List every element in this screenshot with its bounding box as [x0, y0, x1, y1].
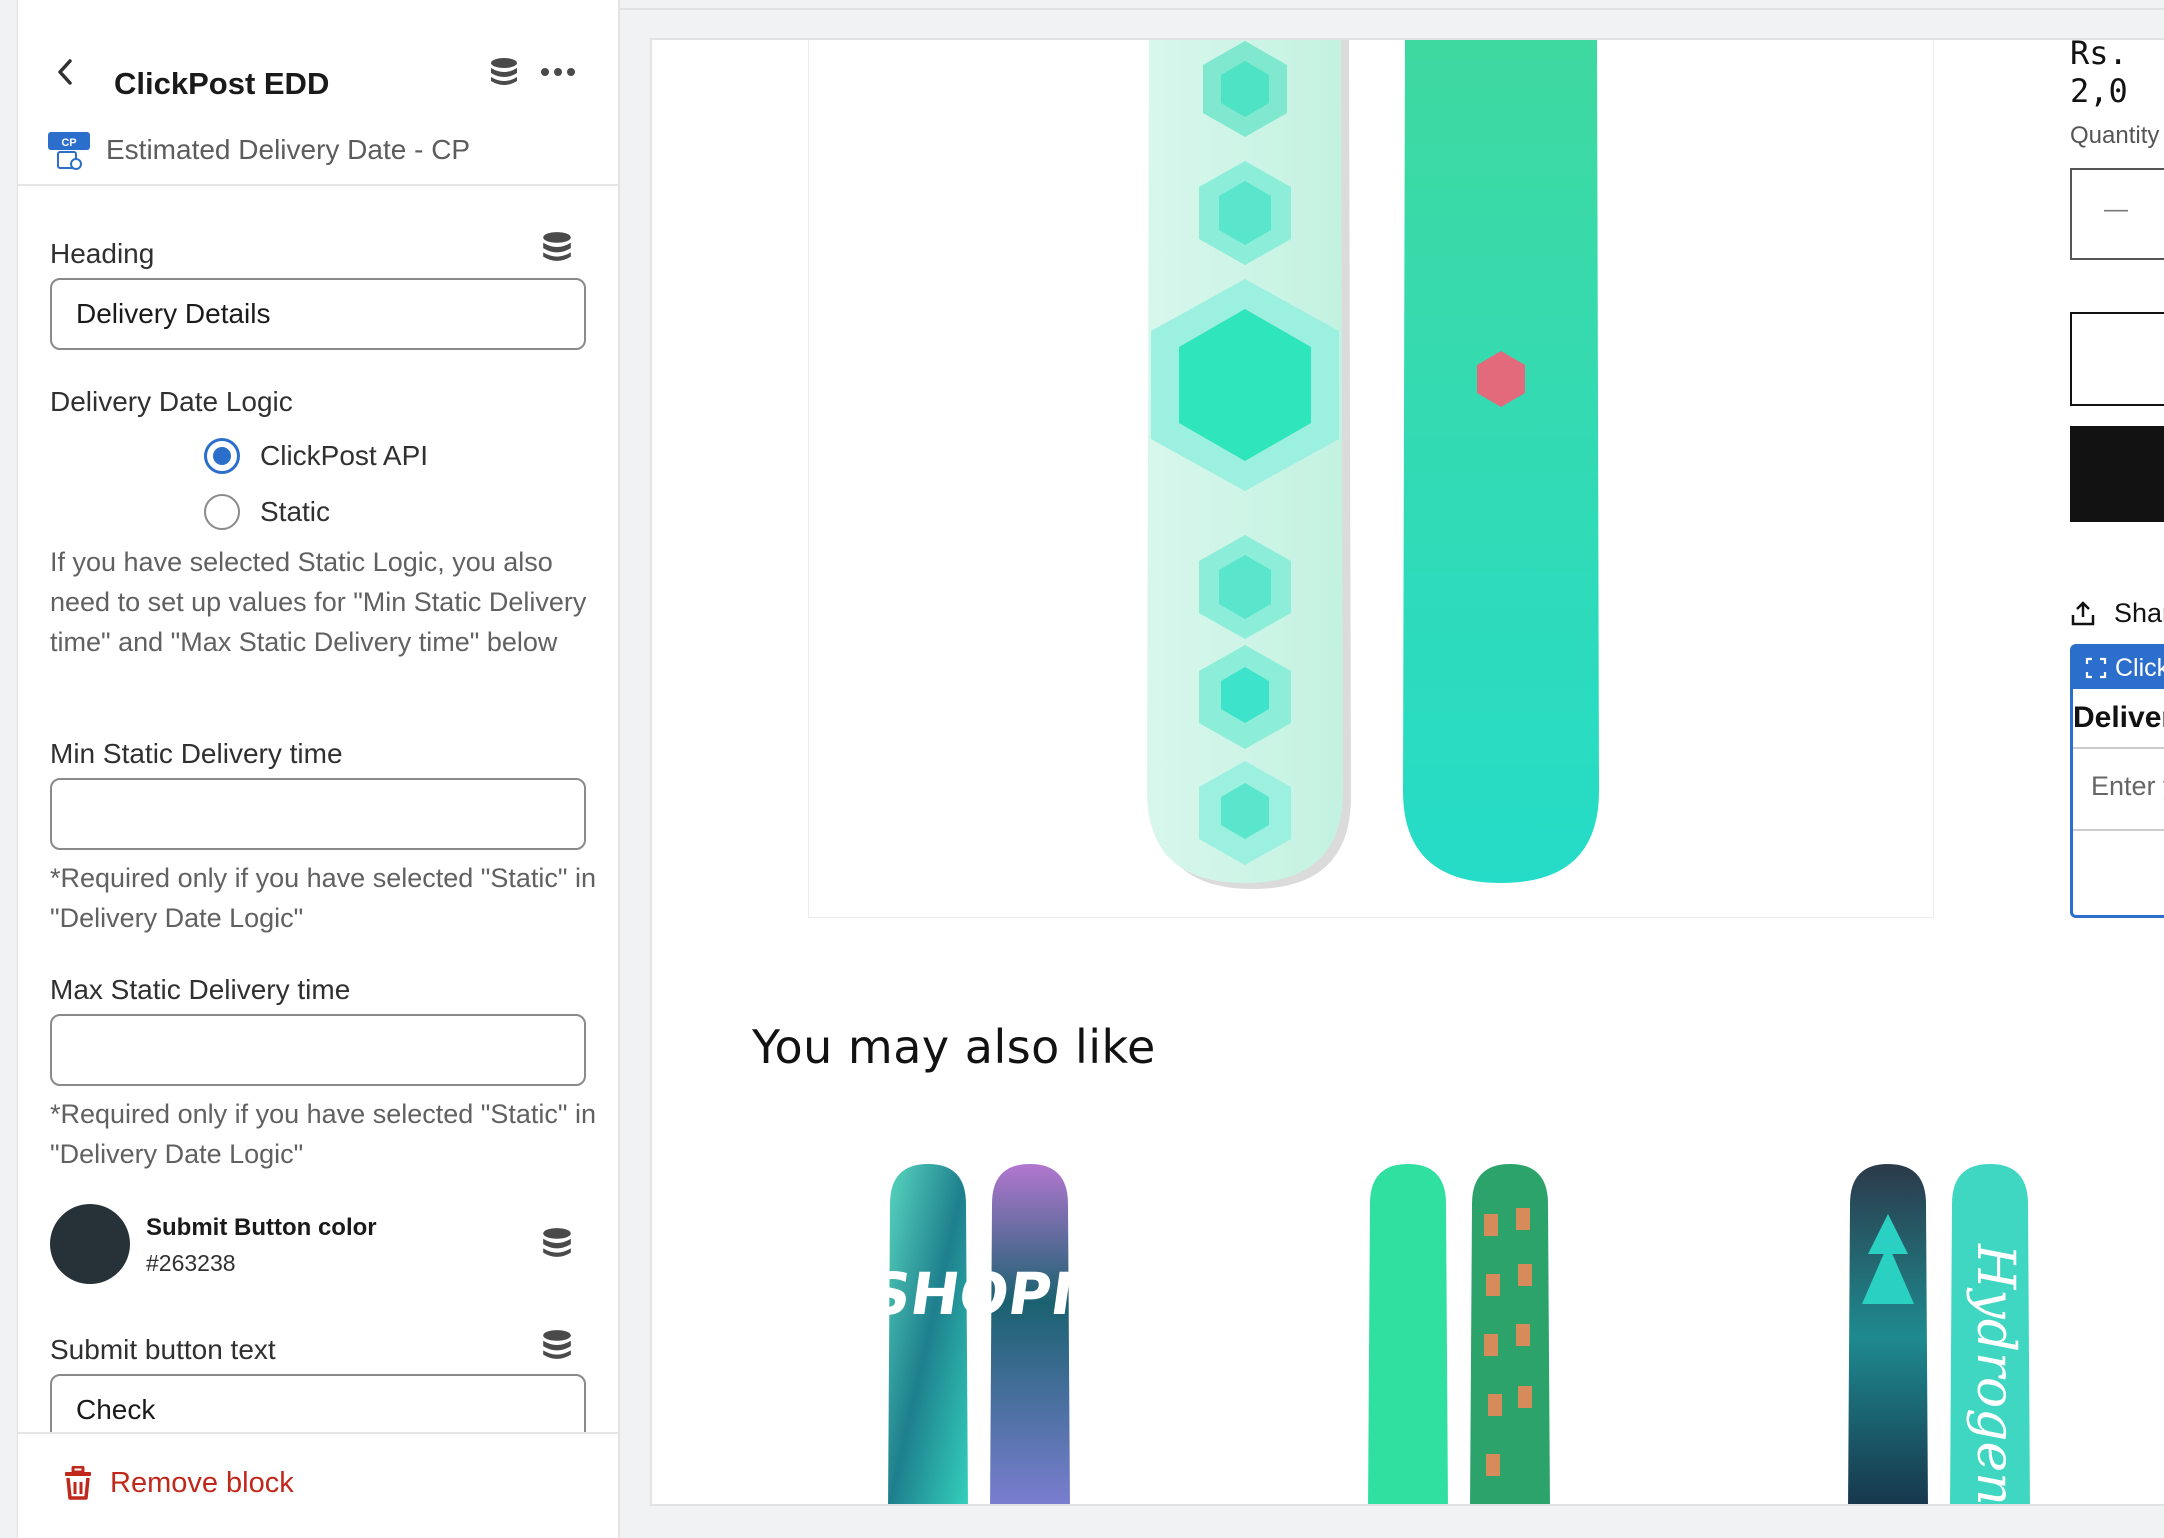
sidebar-footer: Remove block — [18, 1432, 618, 1538]
sidebar-edge — [0, 0, 18, 1538]
recommended-product-2[interactable] — [1368, 1164, 1558, 1506]
product-price: Rs. 2,0 — [2070, 38, 2128, 110]
max-static-input[interactable] — [50, 1014, 586, 1086]
radio-checked-icon[interactable] — [204, 438, 240, 474]
dynamic-source-button[interactable] — [484, 52, 524, 92]
radio-unchecked-icon[interactable] — [204, 494, 240, 530]
share-icon — [2071, 600, 2095, 625]
heading-label: Heading — [50, 238, 155, 269]
recommended-product-1[interactable]: SHOPIFY — [888, 1164, 1078, 1506]
quantity-minus-button[interactable]: — — [2104, 196, 2128, 224]
min-static-label: Min Static Delivery time — [50, 738, 343, 769]
recommendations-heading: You may also like — [752, 1020, 1156, 1074]
app-logo-icon: CP — [48, 130, 90, 170]
database-icon[interactable] — [540, 230, 574, 264]
board-graphic-text: Hydrogen — [1965, 1243, 2025, 1506]
recommended-product-3[interactable]: Hydrogen — [1848, 1164, 2038, 1506]
block-tag: Click — [2073, 647, 2164, 689]
color-swatch[interactable] — [50, 1204, 130, 1284]
block-name: Estimated Delivery Date - CP — [106, 134, 471, 165]
database-icon[interactable] — [540, 1328, 574, 1362]
selection-icon — [2085, 657, 2107, 679]
add-to-cart-button[interactable] — [2070, 312, 2164, 406]
share-button[interactable]: Shar — [2070, 598, 2164, 629]
app-title: ClickPost EDD — [114, 66, 330, 101]
product-image[interactable] — [808, 40, 1934, 918]
quantity-label: Quantity — [2070, 122, 2160, 149]
sidebar-header: ClickPost EDD CP Estimated Delivery Date… — [18, 10, 618, 186]
remove-block-label: Remove block — [110, 1466, 294, 1499]
logic-help-text: If you have selected Static Logic, you a… — [50, 547, 587, 657]
top-divider — [620, 8, 2164, 10]
trash-icon — [65, 1466, 91, 1500]
chevron-left-icon — [58, 59, 72, 85]
submit-color-label: Submit Button color — [146, 1214, 377, 1241]
remove-block-button[interactable]: Remove block — [62, 1466, 294, 1500]
ellipsis-icon — [541, 68, 575, 76]
radio-label: Static — [260, 496, 331, 527]
svg-text:CP: CP — [61, 137, 76, 149]
database-icon[interactable] — [540, 1226, 574, 1260]
submit-color-hex: #263238 — [146, 1250, 236, 1276]
block-tag-label: Click — [2115, 653, 2164, 682]
board-graphic-text: SHOPIFY — [888, 1260, 1078, 1328]
submit-text-label: Submit button text — [50, 1334, 276, 1365]
pincode-input[interactable]: Enter y — [2073, 747, 2164, 831]
share-label: Shar — [2114, 598, 2164, 628]
max-static-help: *Required only if you have selected "Sta… — [50, 1099, 596, 1169]
theme-editor-sidebar: ClickPost EDD CP Estimated Delivery Date… — [0, 0, 620, 1538]
heading-input[interactable] — [50, 278, 586, 350]
snowboard-image — [1147, 40, 1599, 889]
radio-label: ClickPost API — [260, 440, 429, 471]
buy-now-button[interactable] — [2070, 426, 2164, 522]
clickpost-edd-block[interactable]: Click Deliver Enter y — [2070, 644, 2164, 918]
radio-static[interactable]: Static — [204, 494, 330, 530]
storefront-preview: Rs. 2,0 Quantity — Shar Click Deliver En… — [650, 38, 2164, 1506]
back-button[interactable] — [46, 52, 86, 92]
delivery-heading: Deliver — [2073, 701, 2164, 734]
radio-clickpost-api[interactable]: ClickPost API — [204, 438, 428, 474]
database-icon — [491, 58, 517, 85]
min-static-help: *Required only if you have selected "Sta… — [50, 863, 596, 933]
more-actions-button[interactable] — [538, 52, 578, 92]
min-static-input[interactable] — [50, 778, 586, 850]
max-static-label: Max Static Delivery time — [50, 974, 351, 1005]
delivery-logic-label: Delivery Date Logic — [50, 386, 293, 417]
